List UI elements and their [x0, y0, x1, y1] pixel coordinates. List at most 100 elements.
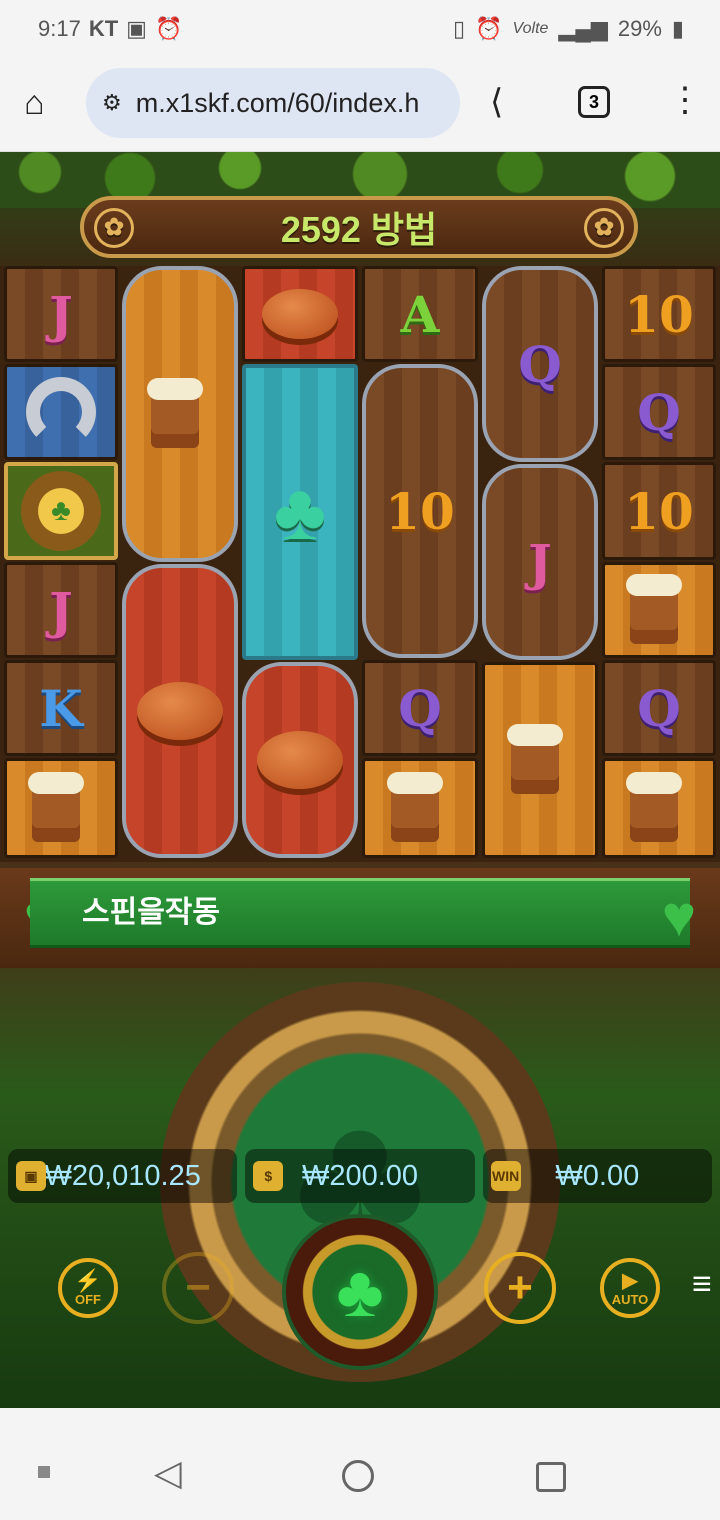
symbol-horseshoe — [4, 364, 118, 460]
reel6-symbol-Q2: Q — [637, 678, 681, 738]
site-info-icon[interactable]: ⚙ — [102, 90, 122, 116]
beer-mug-icon — [26, 768, 96, 848]
url-text: m.x1skf.com/60/index.h — [135, 87, 420, 118]
carrier-label: KT — [88, 16, 119, 41]
reel6-symbol-10b: 10 — [624, 481, 694, 541]
reel4-symbol-Q: Q — [398, 678, 442, 738]
spin-icon: ♣ — [336, 1252, 384, 1332]
wallet-icon: ▣ — [16, 1161, 46, 1191]
clover-right-icon: ✿ — [584, 208, 624, 248]
beer-mug-icon — [385, 768, 455, 848]
symbol-clover-tall: ♣ — [242, 364, 358, 660]
beer-mug-icon — [145, 374, 215, 454]
vibrate-icon: ▯ — [453, 16, 466, 41]
symbol-J-tall: J — [482, 464, 598, 660]
bet-decrease-icon: − — [185, 1263, 211, 1312]
bet-decrease-button[interactable]: − — [162, 1252, 234, 1324]
beer-mug-icon — [505, 720, 575, 800]
message-bar: 스핀을작동 — [30, 878, 690, 948]
win-value: ₩0.00 — [555, 1159, 640, 1192]
ways-banner: ✿ 2592 방법 ✿ — [80, 196, 638, 258]
ways-text: 2592 방법 — [280, 209, 438, 250]
balance-value: ₩20,010.25 — [44, 1159, 201, 1192]
symbol-Q: Q — [602, 660, 716, 756]
symbol-10: 10 — [602, 266, 716, 362]
symbol-beer-tall — [482, 662, 598, 858]
symbol-bread-tall — [122, 564, 238, 858]
horseshoe-icon — [26, 377, 96, 447]
beer-mug-icon — [624, 570, 694, 650]
symbol-beer — [602, 562, 716, 658]
win-icon: WIN — [490, 1161, 521, 1191]
home-icon[interactable]: ⌂ — [24, 84, 45, 123]
bet-display[interactable]: $ ₩200.00 — [245, 1149, 475, 1203]
symbol-K: K — [4, 660, 118, 756]
recents-icon[interactable] — [38, 1466, 50, 1478]
bet-increase-icon: + — [507, 1263, 533, 1312]
pot-of-gold-icon: ♣ — [21, 471, 101, 551]
symbol-A: A — [362, 266, 478, 362]
symbol-J: J — [4, 562, 118, 658]
turbo-label: OFF — [75, 1291, 101, 1307]
tab-count: 3 — [588, 92, 599, 112]
home-nav-icon[interactable] — [342, 1460, 374, 1492]
url-bar[interactable]: ⚙ m.x1skf.com/60/index.h — [86, 68, 460, 138]
tab-count-icon[interactable]: 3 — [578, 86, 610, 118]
symbol-10: 10 — [602, 462, 716, 560]
system-nav-bar: ◁ — [0, 1408, 720, 1520]
message-panel: ♥ 스핀을작동 ♥ — [0, 868, 720, 968]
alarm-status-icon: ⏰ — [475, 16, 503, 41]
auto-label: AUTO — [611, 1291, 649, 1307]
symbol-beer — [4, 758, 118, 858]
share-icon[interactable]: ⟨ — [490, 82, 503, 122]
bread-icon — [262, 289, 338, 339]
value-bar: ▣ ₩20,010.25 $ ₩200.00 WIN ₩0.00 — [8, 1149, 712, 1203]
symbol-bread-tall — [242, 662, 358, 858]
bread-icon — [137, 682, 223, 740]
reel5-symbol-J: J — [528, 532, 552, 592]
turbo-icon: ⚡ — [74, 1267, 102, 1293]
reel1-symbol-J: J — [49, 284, 73, 344]
spin-button[interactable]: ♣ — [282, 1214, 438, 1370]
reel4-symbol-A: A — [400, 284, 440, 344]
symbol-bread — [242, 266, 358, 362]
auto-button[interactable]: ▶ AUTO — [600, 1258, 660, 1318]
overflow-menu-icon[interactable]: ⋮ — [668, 80, 702, 120]
symbol-Q-tall: Q — [482, 266, 598, 462]
reel1-symbol-J2: J — [49, 580, 73, 640]
reel1-symbol-K: K — [39, 678, 83, 738]
symbol-beer — [602, 758, 716, 858]
reel6-symbol-10: 10 — [624, 284, 694, 344]
reel6-symbol-Q: Q — [637, 382, 681, 442]
symbol-10-tall: 10 — [362, 364, 478, 658]
back-icon[interactable]: ◁ — [154, 1452, 182, 1494]
symbol-scatter: ♣ — [4, 462, 118, 560]
symbol-Q: Q — [602, 364, 716, 460]
symbol-J: J — [4, 266, 118, 362]
hamburger-icon[interactable]: ≡ — [692, 1264, 718, 1304]
message-text: 스핀을작동 — [82, 896, 220, 929]
battery-icon: ▮ — [671, 16, 684, 41]
coins-icon: $ — [253, 1161, 284, 1191]
bread-icon — [257, 731, 343, 789]
volte-label: Volte — [512, 20, 549, 37]
slot-game[interactable]: ✿ 2592 방법 ✿ J ♣ J K ♣ A 10 Q Q J 10 Q 10… — [0, 152, 720, 1408]
beer-mug-icon — [624, 768, 694, 848]
heart-right-icon: ♥ — [661, 884, 697, 949]
reel-grid: J ♣ J K ♣ A 10 Q Q J 10 Q 10 Q — [0, 266, 720, 862]
auto-icon: ▶ — [622, 1269, 638, 1292]
overview-icon[interactable] — [536, 1462, 566, 1492]
reel5-symbol-Q: Q — [518, 334, 562, 394]
bet-value: ₩200.00 — [301, 1159, 419, 1192]
clover-left-icon: ✿ — [94, 208, 134, 248]
status-bar: 9:17 KT ▣ ⏰ ▯ ⏰ Volte ▂▄▆ 29% ▮ — [0, 0, 720, 56]
bet-increase-button[interactable]: + — [484, 1252, 556, 1324]
win-display: WIN ₩0.00 — [482, 1149, 712, 1203]
balance-display: ▣ ₩20,010.25 — [8, 1149, 238, 1203]
battery-label: 29% — [617, 16, 662, 41]
turbo-button[interactable]: ⚡ OFF — [58, 1258, 118, 1318]
alarm-icon: ⏰ — [154, 16, 183, 41]
symbol-beer — [362, 758, 478, 858]
gallery-icon: ▣ — [126, 16, 147, 41]
reel4-symbol-10: 10 — [385, 481, 455, 541]
